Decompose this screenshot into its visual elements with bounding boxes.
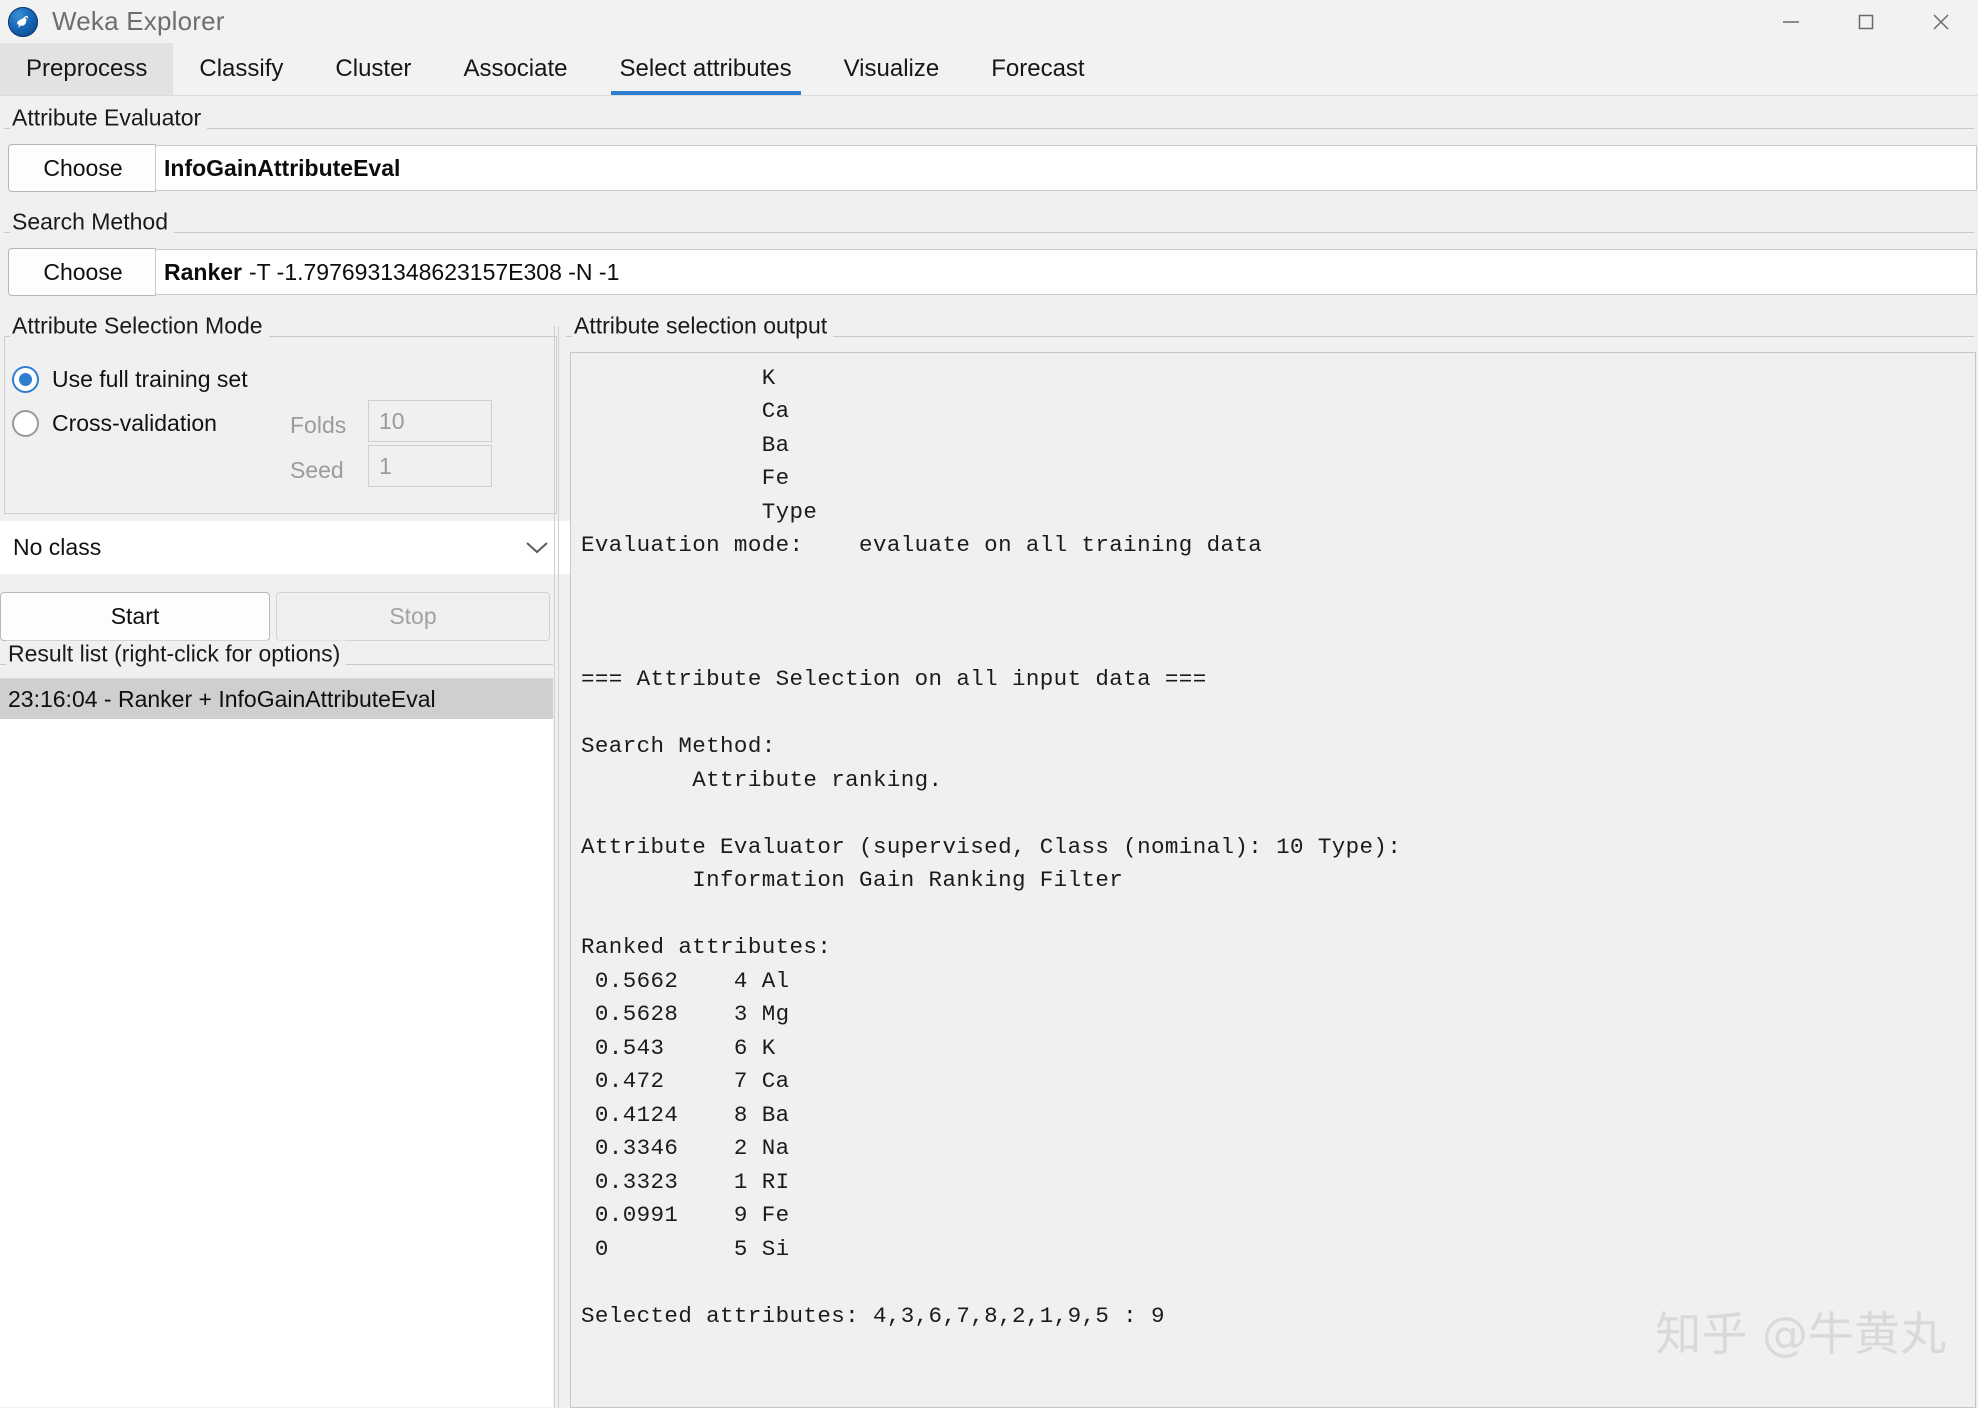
tab-classify[interactable]: Classify	[173, 43, 309, 95]
start-button[interactable]: Start	[0, 592, 270, 641]
search-value-field[interactable]: Ranker -T -1.7976931348623157E308 -N -1	[155, 249, 1977, 295]
output-title: Attribute selection output	[572, 312, 834, 340]
tab-select-attributes[interactable]: Select attributes	[594, 43, 818, 95]
selection-mode-title: Attribute Selection Mode	[10, 312, 269, 340]
radio-label-cross-validation: Cross-validation	[52, 410, 217, 436]
radio-label-full-training: Use full training set	[52, 366, 248, 392]
tab-cluster[interactable]: Cluster	[309, 43, 437, 95]
weka-explorer-window: Weka Explorer Preprocess Classify Cluste…	[0, 0, 1978, 1408]
seed-label: Seed	[290, 457, 344, 483]
tab-associate[interactable]: Associate	[437, 43, 593, 95]
group-border	[4, 232, 1974, 233]
radio-use-full-training-set[interactable]: Use full training set	[12, 366, 248, 393]
radio-indicator-selected	[12, 366, 39, 393]
search-method-title: Search Method	[10, 208, 174, 236]
minimize-icon[interactable]	[1753, 0, 1828, 43]
result-list-title: Result list (right-click for options)	[6, 640, 347, 668]
evaluator-value-field[interactable]: InfoGainAttributeEval	[155, 145, 1977, 191]
evaluator-value-name: InfoGainAttributeEval	[164, 154, 401, 181]
group-border	[4, 128, 1974, 129]
window-controls	[1753, 0, 1978, 43]
chevron-down-icon	[524, 534, 550, 561]
result-list-item[interactable]: 23:16:04 - Ranker + InfoGainAttributeEva…	[0, 679, 553, 719]
tab-visualize[interactable]: Visualize	[818, 43, 966, 95]
maximize-icon[interactable]	[1828, 0, 1903, 43]
attribute-selection-output-area[interactable]: K Ca Ba Fe Type Evaluation mode: evaluat…	[570, 352, 1976, 1408]
close-icon[interactable]	[1903, 0, 1978, 43]
radio-indicator-unselected	[12, 410, 39, 437]
tab-forecast[interactable]: Forecast	[965, 43, 1110, 95]
folds-label: Folds	[290, 412, 347, 438]
main-tab-bar: Preprocess Classify Cluster Associate Se…	[0, 43, 1978, 96]
evaluator-choose-button[interactable]: Choose	[8, 144, 158, 192]
tab-preprocess[interactable]: Preprocess	[0, 43, 174, 95]
class-select-combo[interactable]: No class	[0, 521, 570, 574]
seed-input[interactable]: 1	[368, 445, 492, 487]
attribute-evaluator-title: Attribute Evaluator	[10, 104, 208, 132]
panel-divider-2	[558, 326, 559, 1408]
search-value-options: -T -1.7976931348623157E308 -N -1	[248, 258, 620, 285]
search-choose-button[interactable]: Choose	[8, 248, 158, 296]
watermark: 知乎 @牛黄丸	[1655, 1307, 1946, 1361]
output-text: K Ca Ba Fe Type Evaluation mode: evaluat…	[581, 364, 1402, 1329]
title-bar: Weka Explorer	[0, 0, 1978, 43]
folds-input[interactable]: 10	[368, 400, 492, 442]
class-select-value: No class	[13, 534, 102, 560]
panel-divider[interactable]	[554, 326, 555, 1408]
weka-bird-icon	[8, 6, 38, 37]
result-list[interactable]: 23:16:04 - Ranker + InfoGainAttributeEva…	[0, 678, 553, 1407]
stop-button: Stop	[276, 592, 550, 641]
search-value-name: Ranker	[164, 258, 242, 285]
window-title: Weka Explorer	[52, 6, 225, 36]
radio-cross-validation[interactable]: Cross-validation	[12, 410, 217, 437]
